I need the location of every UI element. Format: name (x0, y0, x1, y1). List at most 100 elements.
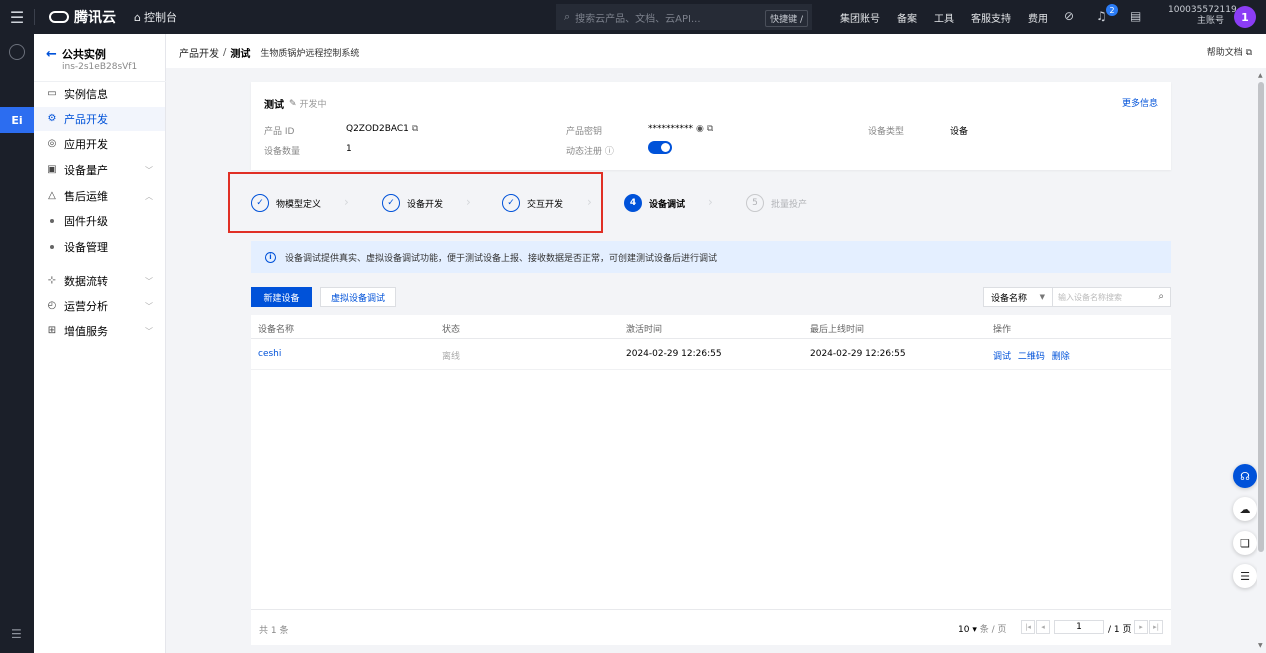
edit-pencil-icon[interactable]: ✎ (289, 99, 297, 109)
dynamic-registration-label: 动态注册 ⓘ (566, 147, 614, 157)
sidebar-item-label: 增值服务 (64, 325, 108, 338)
sidebar-item-label: 数据流转 (64, 275, 108, 288)
sidebar-item-data-flow[interactable]: ⊹ 数据流转 ﹀ (34, 269, 165, 293)
device-name-link[interactable]: ceshi (258, 349, 281, 359)
qrcode-link[interactable]: 二维码 (1018, 352, 1045, 362)
notification-badge: 2 (1106, 4, 1118, 16)
help-docs-link[interactable]: 帮助文档 ⧉ (1207, 45, 1252, 58)
avatar[interactable]: 1 (1234, 6, 1256, 28)
service-icon: ⊞ (47, 325, 57, 336)
console-link[interactable]: ⌂ 控制台 (134, 9, 177, 25)
book-icon[interactable]: ❏ (1233, 531, 1257, 555)
sidebar-item-firmware-upgrade[interactable]: 固件升级 (34, 209, 165, 233)
nav-group-account[interactable]: 集团账号 (840, 10, 880, 25)
product-info-card: 测试 ✎ 开发中 更多信息 产品 ID Q2ZOD2BAC1 ⧉ 设备数量 1 … (251, 82, 1171, 170)
account-info[interactable]: 100035572119 主账号 (1168, 5, 1237, 27)
banner-text: 设备调试提供真实、虚拟设备调试功能，便于测试设备上报、接收数据是否正常，可创建测… (285, 253, 718, 264)
sidebar-item-product-dev[interactable]: ⚙ 产品开发 (34, 107, 165, 131)
copy-icon[interactable]: ⧉ (412, 124, 418, 134)
product-id-label: 产品 ID (264, 127, 295, 137)
debug-link[interactable]: 调试 (993, 352, 1011, 362)
scroll-down-icon[interactable]: ▼ (1258, 642, 1263, 649)
collapse-icon[interactable]: ☰ (11, 627, 22, 641)
search-placeholder: 输入设备名称搜索 (1058, 292, 1122, 302)
nav-billing[interactable]: 费用 (1028, 10, 1048, 25)
annotation-highlight-box (228, 172, 603, 233)
sidebar-item-label: 实例信息 (64, 88, 108, 101)
caret-down-icon: ▼ (1039, 293, 1045, 301)
compass-icon[interactable]: ⊘ (1064, 9, 1074, 23)
customer-service-icon[interactable]: ☊ (1233, 464, 1257, 488)
account-role: 主账号 (1196, 16, 1224, 26)
product-secret-label: 产品密钥 (566, 127, 603, 137)
back-to-instances[interactable]: ← 公共实例 (46, 46, 106, 62)
sidebar-item-instance-info[interactable]: ▭ 实例信息 (34, 82, 165, 106)
step-mass-production[interactable]: 5 批量投产 (746, 194, 807, 212)
project-name: 生物质锅炉远程控制系统 (260, 49, 360, 59)
sidebar-item-mass-production[interactable]: ▣ 设备量产 ﹀ (34, 158, 165, 182)
menu-icon[interactable]: ☰ (0, 0, 34, 34)
scroll-up-icon[interactable]: ▲ (1258, 72, 1263, 79)
sidebar-item-device-management[interactable]: 设备管理 (34, 235, 165, 259)
sidebar-item-label: 固件升级 (64, 215, 108, 228)
nav-support[interactable]: 客服支持 (971, 10, 1011, 25)
list-icon[interactable]: ☰ (1233, 564, 1257, 588)
flow-icon: ⊹ (47, 275, 57, 286)
settings-icon[interactable] (9, 44, 25, 60)
first-page-button[interactable]: |◂ (1021, 620, 1035, 634)
device-count: 1 (346, 144, 352, 154)
breadcrumb-current: 测试 (230, 49, 251, 60)
filter-field-value: 设备名称 (991, 293, 1028, 304)
product-title: 测试 ✎ 开发中 (264, 96, 327, 112)
product-rail: Ei ☰ (0, 34, 34, 653)
dynamic-registration-toggle[interactable] (648, 141, 672, 154)
more-info-link[interactable]: 更多信息 (1122, 96, 1158, 109)
next-page-button[interactable]: ▸ (1134, 620, 1148, 634)
device-table: 设备名称 状态 激活时间 最后上线时间 操作 ceshi 离线 2024-02-… (251, 315, 1171, 609)
chart-icon: ◴ (47, 300, 57, 311)
breadcrumb-parent[interactable]: 产品开发 (179, 45, 219, 60)
triangle-icon: △ (48, 190, 56, 201)
new-device-button[interactable]: 新建设备 (251, 287, 312, 307)
sidebar-item-label: 设备量产 (64, 164, 108, 177)
eye-icon[interactable]: ◉ (696, 124, 704, 134)
iot-explorer-icon[interactable]: Ei (0, 107, 34, 133)
virtual-debug-button[interactable]: 虚拟设备调试 (320, 287, 396, 307)
prev-page-button[interactable]: ◂ (1036, 620, 1050, 634)
device-count-label: 设备数量 (264, 147, 301, 157)
global-search-input[interactable]: ⌕ 搜索云产品、文档、云API... 快捷键 / (556, 4, 812, 30)
table-row: ceshi 离线 2024-02-29 12:26:55 2024-02-29 … (251, 340, 1171, 370)
page-number-input[interactable]: 1 (1054, 620, 1104, 634)
account-id: 100035572119 (1168, 5, 1237, 15)
scroll-thumb[interactable] (1258, 82, 1264, 552)
brand-logo[interactable]: 腾讯云 (49, 7, 116, 27)
device-type-label: 设备类型 (868, 127, 905, 137)
message-icon[interactable]: ▤ (1130, 9, 1141, 23)
filter-field-select[interactable]: 设备名称 ▼ (983, 287, 1053, 307)
col-device-name: 设备名称 (258, 325, 295, 335)
sidebar-item-ops-analysis[interactable]: ◴ 运营分析 ﹀ (34, 294, 165, 318)
activated-time: 2024-02-29 12:26:55 (626, 349, 722, 359)
page-size-select[interactable]: 10 ▾ 条 / 页 (958, 622, 1007, 635)
table-header: 设备名称 状态 激活时间 最后上线时间 操作 (251, 315, 1171, 339)
chevron-right-icon: › (708, 195, 713, 209)
device-search-input[interactable]: 输入设备名称搜索 ⌕ (1052, 287, 1171, 307)
device-icon: ▣ (47, 164, 57, 175)
copy-icon[interactable]: ⧉ (707, 124, 713, 134)
search-icon[interactable]: ⌕ (1158, 291, 1164, 302)
col-activated: 激活时间 (626, 325, 663, 335)
step-device-debug[interactable]: 4 设备调试 (624, 194, 685, 212)
cloud-icon[interactable]: ☁ (1233, 497, 1257, 521)
sidebar-item-value-added[interactable]: ⊞ 增值服务 ﹀ (34, 319, 165, 343)
vertical-scrollbar[interactable]: ▲ ▼ (1257, 68, 1266, 653)
delete-link[interactable]: 删除 (1052, 352, 1070, 362)
nav-filing[interactable]: 备案 (897, 10, 917, 25)
info-banner: i 设备调试提供真实、虚拟设备调试功能，便于测试设备上报、接收数据是否正常，可创… (251, 241, 1171, 273)
nav-tools[interactable]: 工具 (934, 10, 954, 25)
sidebar-item-app-dev[interactable]: ◎ 应用开发 (34, 132, 165, 156)
arrow-left-icon: ← (46, 46, 57, 62)
top-nav-links: 集团账号 备案 工具 客服支持 费用 (840, 0, 1065, 34)
last-page-button[interactable]: ▸| (1149, 620, 1163, 634)
breadcrumb: 产品开发 / 测试 生物质锅炉远程控制系统 (179, 45, 359, 60)
sidebar-item-after-sales[interactable]: △ 售后运维 ︿ (34, 184, 165, 208)
